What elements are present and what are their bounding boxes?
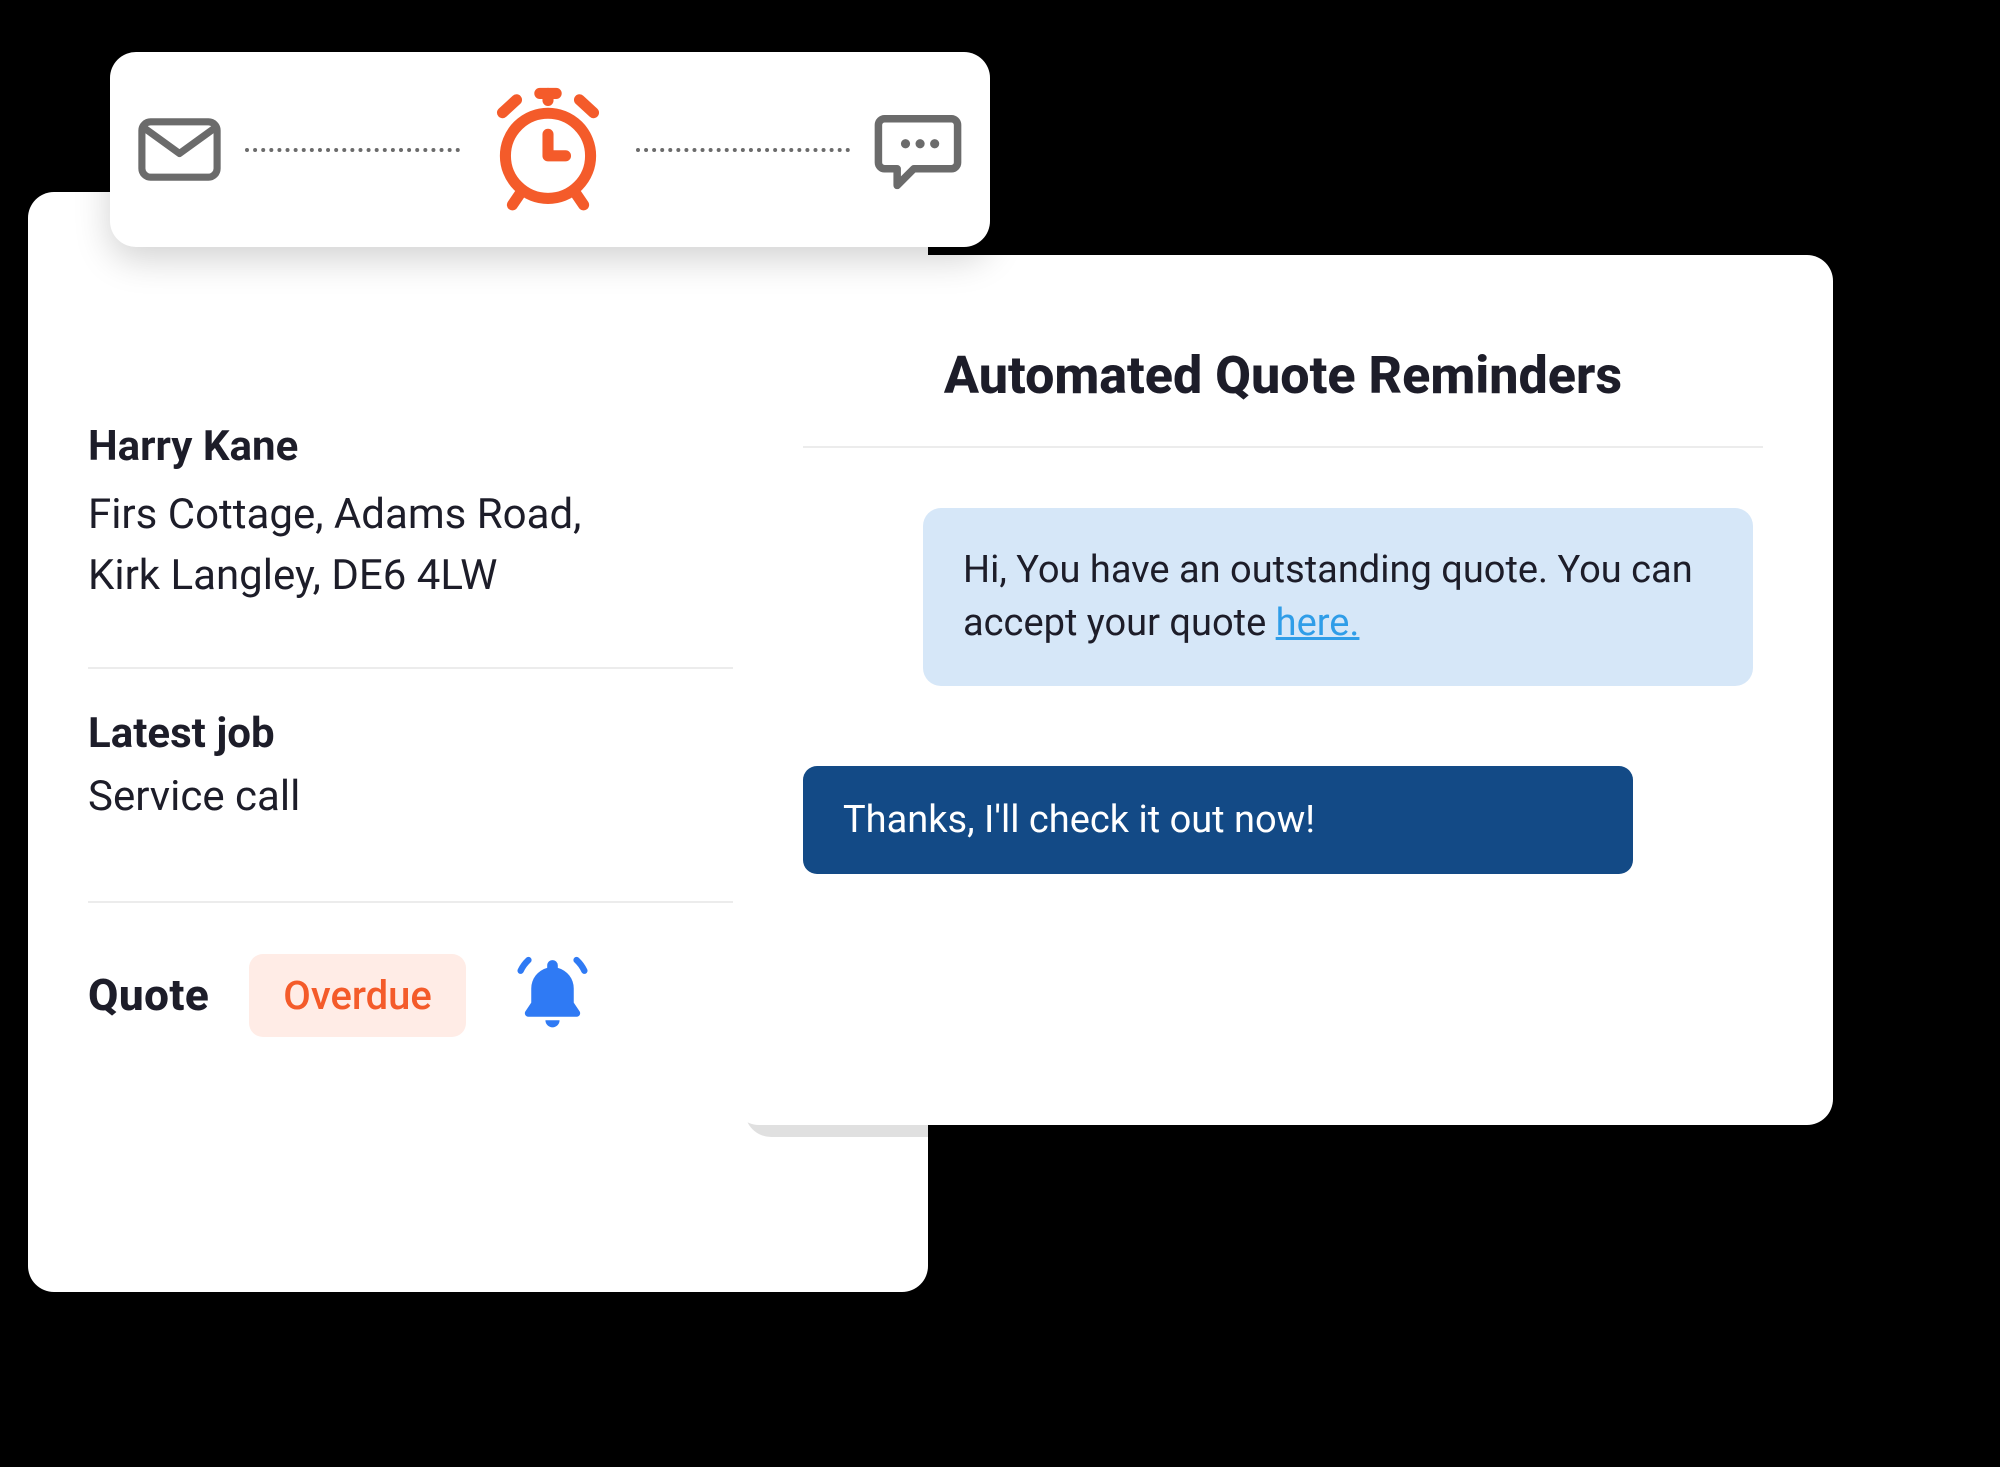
customer-addr-line2: Kirk Langley, DE6 4LW [88,551,497,600]
chat-icon [868,100,968,200]
system-message: Hi, You have an outstanding quote. You c… [923,508,1753,686]
bell-icon[interactable] [510,953,595,1038]
user-message: Thanks, I'll check it out now! [803,766,1633,874]
alarm-clock-icon [478,80,618,220]
flow-connector [245,148,460,152]
flow-pill [110,52,990,247]
accept-quote-link[interactable]: here. [1276,601,1360,645]
flow-connector [636,148,851,152]
quote-label: Quote [88,969,209,1021]
reminders-title: Automated Quote Reminders [803,345,1763,406]
mail-icon [132,102,227,197]
divider [803,446,1763,448]
reminders-card: Automated Quote Reminders Hi, You have a… [733,255,1833,1125]
status-badge: Overdue [249,954,466,1037]
customer-addr-line1: Firs Cottage, Adams Road, [88,490,581,539]
